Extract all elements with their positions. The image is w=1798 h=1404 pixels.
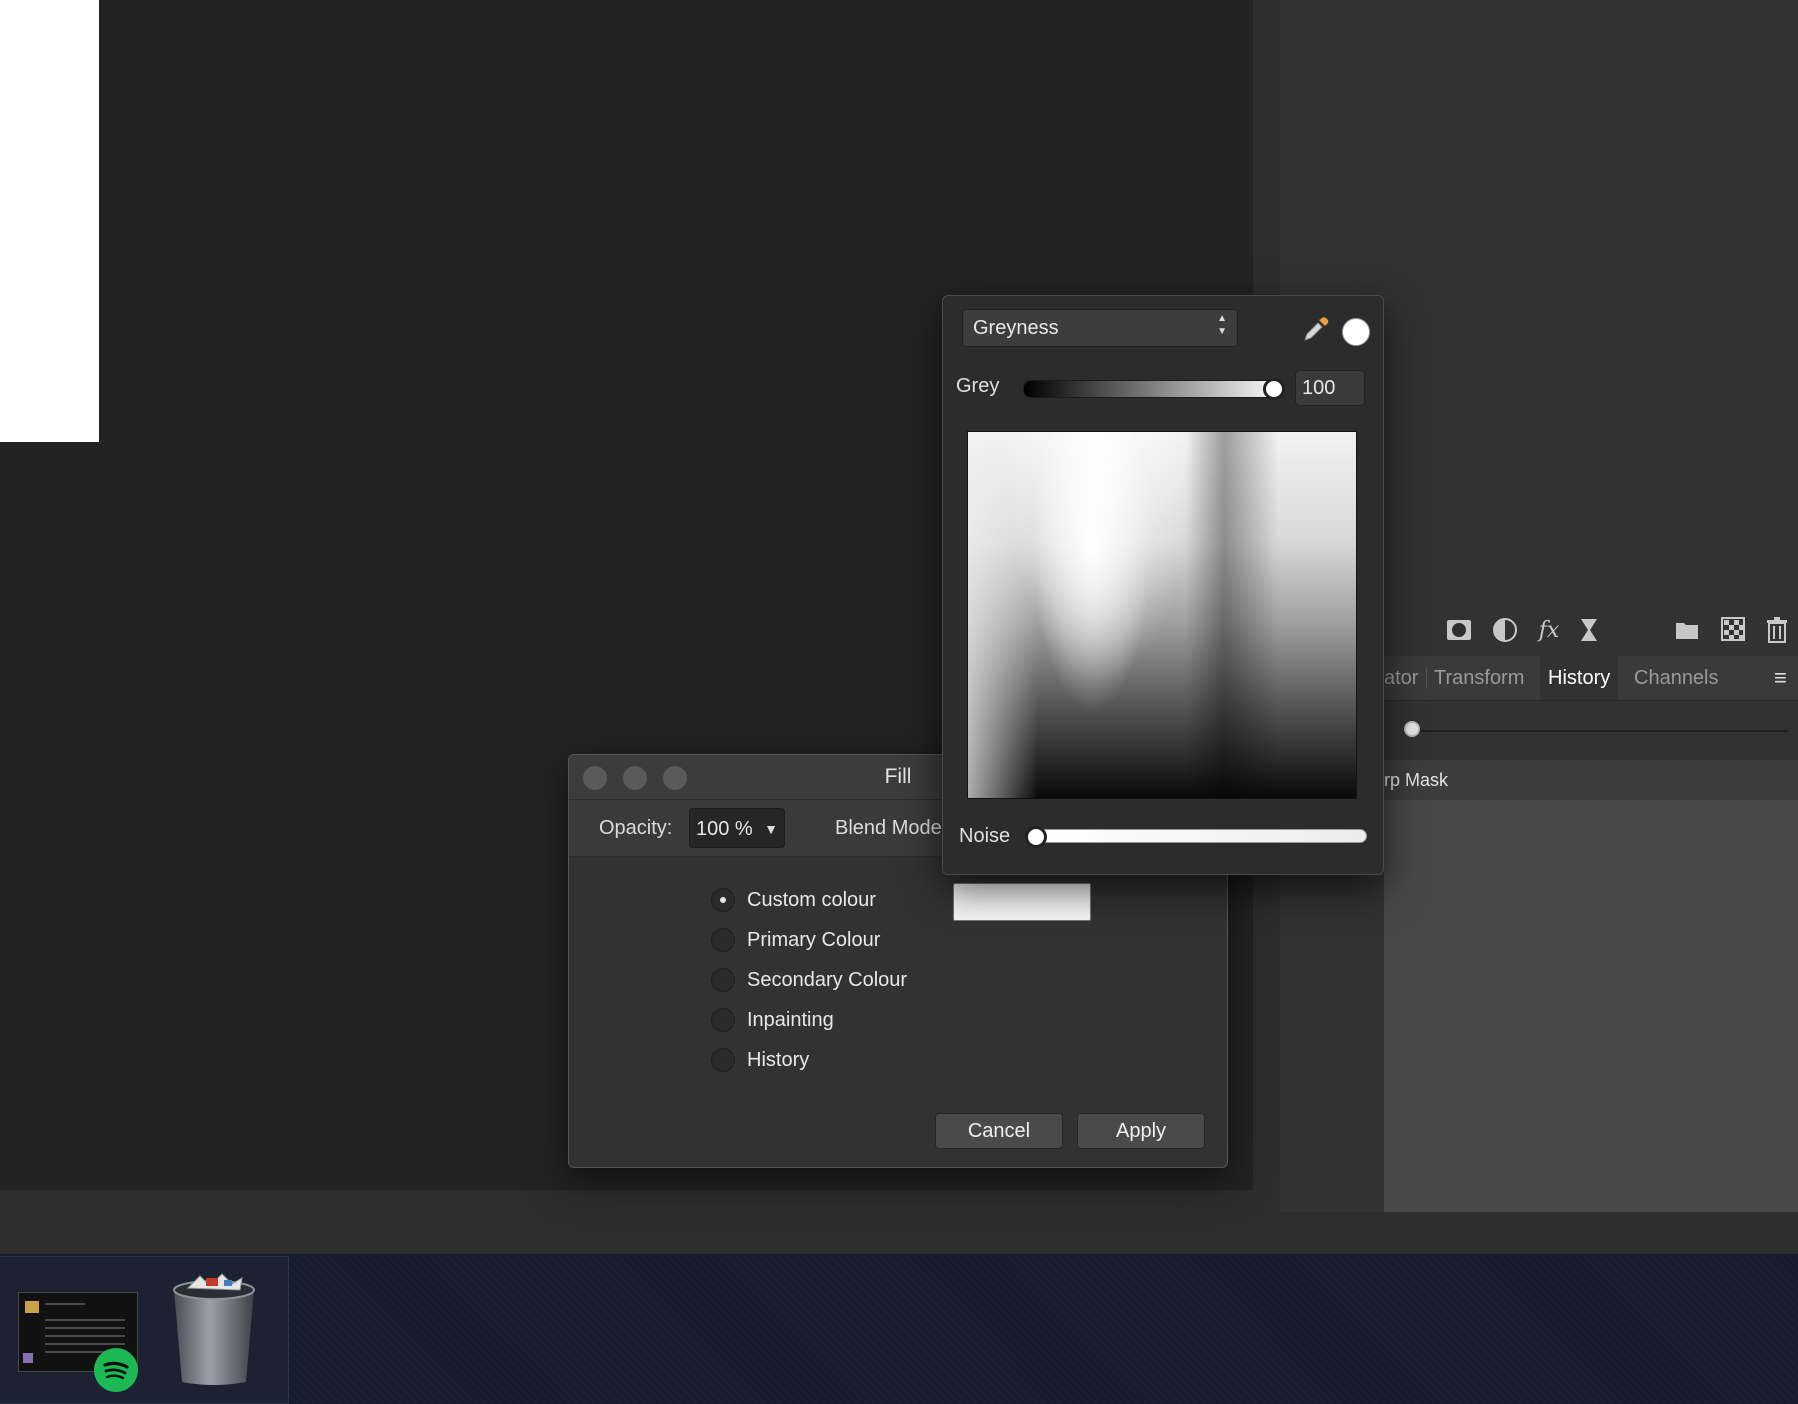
thumb-line	[45, 1335, 125, 1337]
option-inpainting[interactable]: Inpainting	[711, 1000, 1011, 1040]
radio-custom-colour[interactable]	[711, 888, 735, 912]
opacity-dropdown[interactable]: 100 % ▼	[689, 808, 785, 848]
option-primary-colour[interactable]: Primary Colour	[711, 920, 1011, 960]
opacity-value: 100 %	[696, 818, 753, 840]
option-label: History	[747, 1049, 810, 1071]
thumb-line	[45, 1319, 125, 1321]
tab-navigator[interactable]: ator	[1384, 656, 1418, 700]
radio-primary-colour[interactable]	[711, 928, 735, 952]
thumb-art	[25, 1301, 39, 1313]
option-label: Secondary Colour	[747, 969, 908, 991]
document-canvas[interactable]	[0, 0, 99, 442]
colour-model-value: Greyness	[973, 317, 1059, 339]
grey-value-field[interactable]: 100	[1295, 370, 1365, 406]
trash-icon[interactable]	[170, 1272, 258, 1388]
apply-button[interactable]: Apply	[1077, 1113, 1205, 1149]
stepper-arrows-icon: ▲ ▼	[1217, 313, 1227, 337]
eyedropper-icon[interactable]	[1301, 314, 1331, 344]
panel-menu-icon[interactable]: ≡	[1774, 656, 1787, 700]
tab-history[interactable]: History	[1540, 656, 1619, 700]
grey-slider-track[interactable]	[1023, 380, 1283, 398]
thumb-line	[45, 1303, 85, 1305]
history-scrubber-knob[interactable]	[1404, 721, 1420, 737]
radio-history[interactable]	[711, 1048, 735, 1072]
blend-mode-label: Blend Mode	[835, 817, 942, 839]
custom-colour-swatch[interactable]	[953, 883, 1091, 921]
option-history[interactable]: History	[711, 1040, 1011, 1080]
radio-inpainting[interactable]	[711, 1008, 735, 1032]
history-list-item[interactable]: rp Mask	[1384, 760, 1798, 800]
mask-icon[interactable]	[1444, 616, 1474, 646]
dropdown-arrow-icon: ▼	[764, 821, 778, 837]
colour-picker-popover: Greyness ▲ ▼ Grey 100 Noise	[942, 295, 1384, 875]
fx-icon[interactable]: fx	[1534, 616, 1564, 646]
history-item-label: rp Mask	[1384, 770, 1449, 790]
thumb-line	[45, 1327, 125, 1329]
cancel-button[interactable]: Cancel	[935, 1113, 1063, 1149]
folder-icon[interactable]	[1672, 616, 1702, 646]
thumb-line	[45, 1343, 125, 1345]
hourglass-icon[interactable]	[1574, 616, 1604, 646]
option-label: Custom colour	[747, 889, 876, 911]
grey-slider-knob[interactable]	[1263, 378, 1285, 400]
current-colour-swatch[interactable]	[1342, 318, 1370, 346]
greyness-gradient-box[interactable]	[967, 431, 1357, 799]
tab-transform[interactable]: Transform	[1434, 656, 1524, 700]
trash-icon[interactable]	[1762, 616, 1792, 646]
history-list	[1384, 800, 1798, 1212]
noise-slider-track[interactable]	[1027, 829, 1367, 843]
radio-secondary-colour[interactable]	[711, 968, 735, 992]
thumb-art	[23, 1353, 33, 1363]
checker-icon[interactable]	[1718, 616, 1748, 646]
option-label: Primary Colour	[747, 929, 881, 951]
history-scrubber-track[interactable]	[1412, 730, 1788, 732]
history-scrubber[interactable]	[1384, 712, 1798, 752]
layers-toolbar: fx	[1384, 610, 1798, 650]
colour-model-select[interactable]: Greyness ▲ ▼	[962, 309, 1238, 347]
tab-divider	[1426, 668, 1427, 688]
spotify-icon[interactable]	[94, 1348, 138, 1392]
noise-label: Noise	[959, 825, 1011, 847]
option-label: Inpainting	[747, 1009, 834, 1031]
adjustment-icon[interactable]	[1490, 616, 1520, 646]
grey-label: Grey	[956, 375, 1000, 397]
panel-tabs: ator Transform History Channels ≡	[1384, 656, 1798, 701]
option-secondary-colour[interactable]: Secondary Colour	[711, 960, 1011, 1000]
noise-slider-knob[interactable]	[1025, 826, 1047, 848]
tab-channels[interactable]: Channels	[1634, 656, 1719, 700]
opacity-label: Opacity:	[599, 817, 673, 839]
